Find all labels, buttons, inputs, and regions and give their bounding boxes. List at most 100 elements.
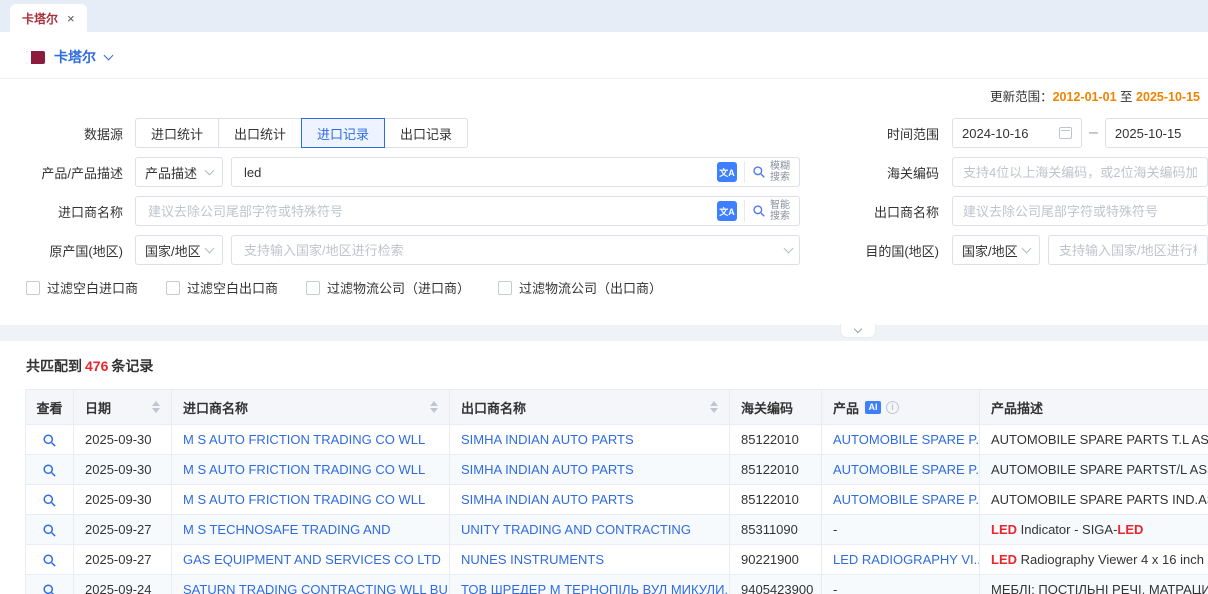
filter-checkboxes: 过滤空白进口商 过滤空白出口商 过滤物流公司（进口商） 过滤物流公司（出口商） (26, 278, 1208, 297)
filter-label: 过滤物流公司（进口商） (327, 278, 470, 297)
view-icon[interactable] (42, 493, 57, 508)
datasource-export-stats[interactable]: 出口统计 (218, 118, 302, 148)
destination-country-input[interactable] (1048, 235, 1208, 265)
product-link[interactable]: - (833, 582, 837, 594)
translate-icon[interactable]: 文A (717, 162, 737, 182)
exporter-link[interactable]: SIMHA INDIAN AUTO PARTS (461, 432, 634, 447)
view-icon[interactable] (42, 553, 57, 568)
date-separator: – (1089, 124, 1098, 142)
page-title: 卡塔尔 (54, 47, 96, 67)
product-link[interactable]: AUTOMOBILE SPARE P... (833, 462, 980, 477)
origin-type-select[interactable]: 国家/地区 (135, 235, 223, 265)
filter-logistics-exporter[interactable]: 过滤物流公司（出口商） (498, 278, 662, 297)
view-icon[interactable] (42, 463, 57, 478)
checkbox[interactable] (498, 281, 512, 295)
calendar-icon[interactable] (1059, 127, 1072, 139)
sort-icon[interactable] (152, 401, 160, 413)
update-range-to: 2025-10-15 (1136, 90, 1200, 104)
importer-input-group: 文A 智能搜索 (135, 196, 800, 226)
smart-search-toggle[interactable]: 智能搜索 (744, 200, 792, 222)
importer-label: 进口商名称 (0, 202, 135, 221)
time-range-label: 时间范围 (800, 124, 952, 143)
chevron-down-icon[interactable] (784, 243, 794, 253)
origin-country-input[interactable] (242, 242, 778, 259)
fuzzy-search-toggle[interactable]: 模糊搜索 (744, 161, 792, 183)
search-icon (752, 204, 766, 218)
datasource-import-stats[interactable]: 进口统计 (135, 118, 219, 148)
importer-link[interactable]: M S AUTO FRICTION TRADING CO WLL (183, 462, 425, 477)
checkbox[interactable] (166, 281, 180, 295)
view-icon[interactable] (42, 523, 57, 538)
filter-blank-importer[interactable]: 过滤空白进口商 (26, 278, 138, 297)
product-input-group: 文A 模糊搜索 (231, 157, 800, 187)
table-row: 2025-09-27 M S TECHNOSAFE TRADING AND UN… (26, 515, 1208, 545)
close-icon[interactable]: × (67, 12, 75, 25)
cell-hs-code: 85122010 (730, 485, 822, 515)
cell-date: 2025-09-24 (74, 575, 172, 594)
product-search-input[interactable] (242, 164, 710, 181)
exporter-name-input[interactable] (952, 196, 1208, 226)
table-row: 2025-09-30 M S AUTO FRICTION TRADING CO … (26, 425, 1208, 455)
view-icon[interactable] (42, 583, 57, 594)
cell-description: AUTOMOBILE SPARE PARTS IND.ASS... (980, 485, 1208, 515)
product-link[interactable]: AUTOMOBILE SPARE P... (833, 492, 980, 507)
importer-name-input[interactable] (146, 203, 710, 220)
product-link[interactable]: LED RADIOGRAPHY VI... (833, 552, 980, 567)
exporter-link[interactable]: NUNES INSTRUMENTS (461, 552, 604, 567)
tab-bar: 卡塔尔 × (0, 0, 1208, 32)
importer-link[interactable]: M S AUTO FRICTION TRADING CO WLL (183, 492, 425, 507)
form-row-product: 产品/产品描述 产品描述 文A 模糊搜索 海关编码 (0, 157, 1208, 187)
importer-link[interactable]: SATURN TRADING CONTRACTING WLL BUI... (183, 582, 450, 594)
importer-link[interactable]: GAS EQUIPMENT AND SERVICES CO LTD (183, 552, 441, 567)
table-row: 2025-09-30 M S AUTO FRICTION TRADING CO … (26, 455, 1208, 485)
origin-type-value: 国家/地区 (145, 241, 201, 260)
product-link[interactable]: AUTOMOBILE SPARE P... (833, 432, 980, 447)
checkbox[interactable] (26, 281, 40, 295)
date-from-input[interactable]: 2024-10-16 (952, 118, 1082, 148)
datasource-import-records[interactable]: 进口记录 (301, 118, 385, 148)
exporter-link[interactable]: SIMHA INDIAN AUTO PARTS (461, 492, 634, 507)
cell-description: AUTOMOBILE SPARE PARTS T.L ASSY ... (980, 425, 1208, 455)
destination-type-select[interactable]: 国家/地区 (952, 235, 1040, 265)
chevron-down-icon (205, 165, 215, 175)
cell-hs-code: 85311090 (730, 515, 822, 545)
datasource-label: 数据源 (0, 124, 135, 143)
exporter-link[interactable]: SIMHA INDIAN AUTO PARTS (461, 462, 634, 477)
cell-hs-code: 85122010 (730, 425, 822, 455)
smart-search-label: 智能搜索 (770, 200, 792, 222)
table-row: 2025-09-30 M S AUTO FRICTION TRADING CO … (26, 485, 1208, 515)
info-icon[interactable]: i (886, 401, 899, 414)
filter-blank-exporter[interactable]: 过滤空白出口商 (166, 278, 278, 297)
filter-label: 过滤空白进口商 (47, 278, 138, 297)
chevron-down-icon (1022, 243, 1032, 253)
checkbox[interactable] (306, 281, 320, 295)
importer-link[interactable]: M S TECHNOSAFE TRADING AND (183, 522, 391, 537)
exporter-link[interactable]: UNITY TRADING AND CONTRACTING (461, 522, 691, 537)
cell-description: LED Radiography Viewer 4 x 16 inch (980, 545, 1208, 575)
results-table-container: 查看 日期 进口商名称 出口商名称 海关编码 产品AIi 产品描述 2025-0… (25, 389, 1208, 594)
view-icon[interactable] (42, 433, 57, 448)
cell-description: МЕБЛІ; ПОСТІЛЬНІ РЕЧІ, МАТРАЦИ,... (980, 575, 1208, 594)
update-range-label: 更新范围： (990, 90, 1053, 104)
cell-hs-code: 90221900 (730, 545, 822, 575)
sort-icon[interactable] (710, 401, 718, 413)
translate-icon[interactable]: 文A (717, 201, 737, 221)
exporter-link[interactable]: ТОВ ШРЕДЕР М ТЕРНОПІЛЬ ВУЛ МИКУЛИ... (461, 582, 730, 594)
datasource-export-records[interactable]: 出口记录 (384, 118, 468, 148)
filter-logistics-importer[interactable]: 过滤物流公司（进口商） (306, 278, 470, 297)
header-date: 日期 (74, 390, 172, 425)
chevron-down-icon (854, 324, 862, 332)
importer-link[interactable]: M S AUTO FRICTION TRADING CO WLL (183, 432, 425, 447)
destination-label: 目的国(地区) (800, 241, 952, 260)
date-from-value: 2024-10-16 (962, 126, 1029, 141)
product-link[interactable]: - (833, 522, 837, 537)
hs-code-input[interactable] (952, 157, 1208, 187)
date-to-input[interactable]: 2025-10-15 (1105, 118, 1208, 148)
tab-label: 卡塔尔 (22, 10, 58, 27)
table-row: 2025-09-24 SATURN TRADING CONTRACTING WL… (26, 575, 1208, 594)
sort-icon[interactable] (430, 401, 438, 413)
chevron-down-icon[interactable] (104, 50, 114, 60)
tab-qatar[interactable]: 卡塔尔 × (10, 4, 87, 32)
collapse-panel-button[interactable] (840, 324, 876, 338)
product-type-select[interactable]: 产品描述 (135, 157, 223, 187)
